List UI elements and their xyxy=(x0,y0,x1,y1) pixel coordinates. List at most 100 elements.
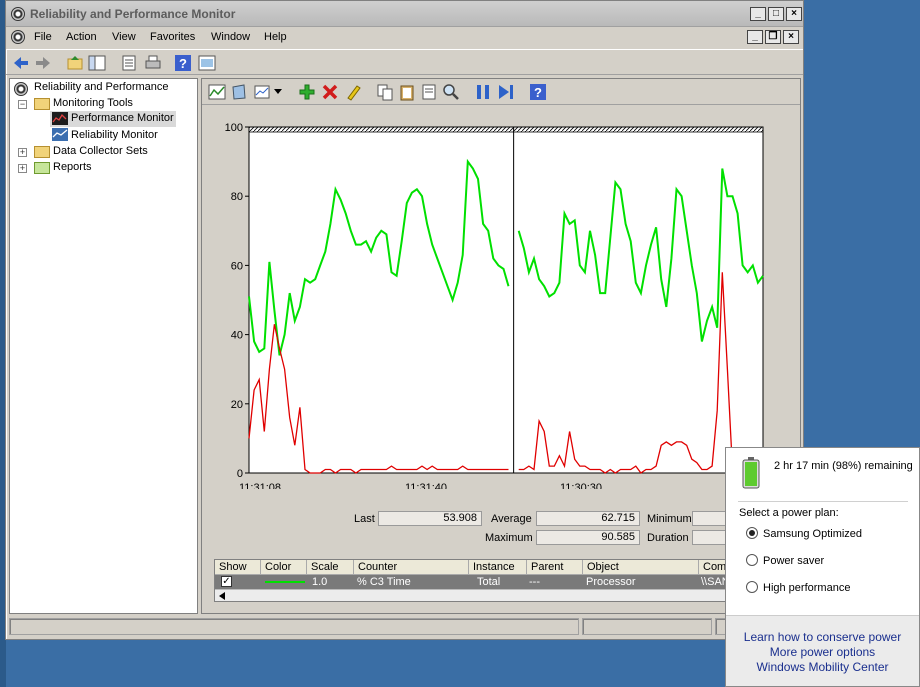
col-object[interactable]: Object xyxy=(583,560,699,575)
performance-monitor-pane: ? 100 80 60 40 20 0 11:31:08 11:31:40 11:30:30 L… xyxy=(201,78,801,614)
horizontal-scrollbar[interactable] xyxy=(215,589,796,601)
counter-color-swatch xyxy=(265,581,305,583)
x-tick-label: 11:31:40 xyxy=(405,482,447,489)
plan-samsung-optimized-label[interactable]: Samsung Optimized xyxy=(763,528,862,540)
view-log-data-icon[interactable] xyxy=(230,83,248,101)
scroll-left-icon[interactable] xyxy=(219,592,225,600)
average-value: 62.715 xyxy=(536,511,640,526)
tree-item-monitoring-tools[interactable]: Monitoring Tools xyxy=(53,97,133,109)
back-icon[interactable] xyxy=(12,54,30,72)
expand-data-collector-sets[interactable]: + xyxy=(18,148,27,157)
maximize-button[interactable]: □ xyxy=(768,7,784,21)
conserve-power-link[interactable]: Learn how to conserve power xyxy=(726,630,919,644)
average-label: Average xyxy=(491,513,532,525)
folder-icon xyxy=(34,98,50,110)
tree-item-reliability-monitor[interactable]: Reliability Monitor xyxy=(71,129,158,141)
plan-high-performance-label[interactable]: High performance xyxy=(763,582,850,594)
y-tick-label: 0 xyxy=(237,468,243,480)
show-checkbox[interactable]: ✓ xyxy=(221,576,232,587)
zoom-icon[interactable] xyxy=(442,83,460,101)
plan-high-performance-radio[interactable] xyxy=(746,581,758,593)
reliability-monitor-icon xyxy=(52,128,68,141)
properties-icon[interactable] xyxy=(120,54,138,72)
col-color[interactable]: Color xyxy=(261,560,307,575)
performance-chart[interactable]: 100 80 60 40 20 0 11:31:08 11:31:40 11:30:30 xyxy=(202,119,800,489)
menu-favorites[interactable]: Favorites xyxy=(150,31,195,43)
y-tick-label: 80 xyxy=(231,191,243,203)
svg-text:?: ? xyxy=(534,85,542,100)
more-power-options-link[interactable]: More power options xyxy=(726,645,919,659)
update-data-icon[interactable] xyxy=(497,83,515,101)
battery-icon xyxy=(742,457,760,489)
col-scale[interactable]: Scale xyxy=(307,560,354,575)
plan-samsung-optimized-radio[interactable] xyxy=(746,527,758,539)
status-cell-2 xyxy=(582,618,712,635)
duration-label: Duration xyxy=(647,532,689,544)
y-tick-label: 40 xyxy=(231,330,243,342)
properties-page-icon[interactable] xyxy=(420,83,438,101)
expand-reports[interactable]: + xyxy=(18,164,27,173)
mobility-center-link[interactable]: Windows Mobility Center xyxy=(726,660,919,674)
menu-help[interactable]: Help xyxy=(264,31,287,43)
last-value: 53.908 xyxy=(378,511,482,526)
view-current-activity-icon[interactable] xyxy=(208,83,226,101)
menu-file[interactable]: File xyxy=(34,31,52,43)
help-icon[interactable]: ? xyxy=(174,54,192,72)
forward-icon[interactable] xyxy=(34,54,52,72)
table-row[interactable]: ✓ 1.0 % C3 Time Total --- Processor \\SA… xyxy=(215,575,798,589)
copy-properties-icon[interactable] xyxy=(376,83,394,101)
x-tick-label: 11:30:30 xyxy=(560,482,602,489)
performance-monitor-label: Performance Monitor xyxy=(71,112,174,124)
delete-counter-icon[interactable] xyxy=(321,83,339,101)
row-parent: --- xyxy=(529,576,540,588)
collapse-monitoring-tools[interactable]: − xyxy=(18,100,27,109)
plan-prompt: Select a power plan: xyxy=(739,507,839,519)
menu-window[interactable]: Window xyxy=(211,31,250,43)
paste-counter-list-icon[interactable] xyxy=(398,83,416,101)
menu-action[interactable]: Action xyxy=(66,31,97,43)
graph-help-icon[interactable]: ? xyxy=(529,83,547,101)
child-restore-button[interactable]: ❐ xyxy=(765,30,781,44)
row-object: Processor xyxy=(586,576,636,588)
print-icon[interactable] xyxy=(144,54,162,72)
tree-item-data-collector-sets[interactable]: Data Collector Sets xyxy=(53,145,148,157)
child-close-button[interactable]: × xyxy=(783,30,799,44)
reliability-root-icon xyxy=(14,82,28,96)
tree-root[interactable]: Reliability and Performance xyxy=(34,81,169,93)
freeze-display-icon[interactable] xyxy=(474,83,492,101)
close-button[interactable]: × xyxy=(786,7,802,21)
svg-text:?: ? xyxy=(179,56,187,71)
tree-item-reports[interactable]: Reports xyxy=(53,161,92,173)
console-tree: Reliability and Performance − Monitoring… xyxy=(9,78,198,614)
minimum-label: Minimum xyxy=(647,513,692,525)
minimize-button[interactable]: _ xyxy=(750,7,766,21)
add-counter-icon[interactable] xyxy=(298,83,316,101)
tree-item-performance-monitor[interactable]: Performance Monitor xyxy=(50,111,176,127)
mmc-view-icon[interactable] xyxy=(198,54,216,72)
col-show[interactable]: Show xyxy=(215,560,261,575)
y-tick-label: 100 xyxy=(225,122,243,134)
plan-power-saver-label[interactable]: Power saver xyxy=(763,555,824,567)
performance-monitor-icon xyxy=(52,112,68,125)
change-graph-type-icon[interactable] xyxy=(254,83,272,101)
highlight-icon[interactable] xyxy=(344,83,362,101)
performance-monitor-app-icon xyxy=(11,7,25,21)
reports-icon xyxy=(34,162,50,174)
graph-toolbar: ? xyxy=(202,79,800,105)
title-bar[interactable]: Reliability and Performance Monitor _ □ … xyxy=(6,1,803,27)
up-folder-icon[interactable] xyxy=(66,54,84,72)
plan-power-saver-radio[interactable] xyxy=(746,554,758,566)
col-counter[interactable]: Counter xyxy=(354,560,469,575)
system-menu-icon[interactable] xyxy=(11,30,25,44)
show-hide-tree-icon[interactable] xyxy=(88,54,106,72)
divider xyxy=(738,501,908,502)
counter-table: Show Color Scale Counter Instance Parent… xyxy=(214,559,798,602)
child-minimize-button[interactable]: _ xyxy=(747,30,763,44)
row-instance: Total xyxy=(477,576,501,588)
window-title: Reliability and Performance Monitor xyxy=(30,7,236,21)
col-parent[interactable]: Parent xyxy=(527,560,583,575)
x-tick-label: 11:31:08 xyxy=(239,482,281,489)
chevron-down-icon[interactable] xyxy=(274,89,282,95)
col-instance[interactable]: Instance xyxy=(469,560,527,575)
menu-view[interactable]: View xyxy=(112,31,136,43)
